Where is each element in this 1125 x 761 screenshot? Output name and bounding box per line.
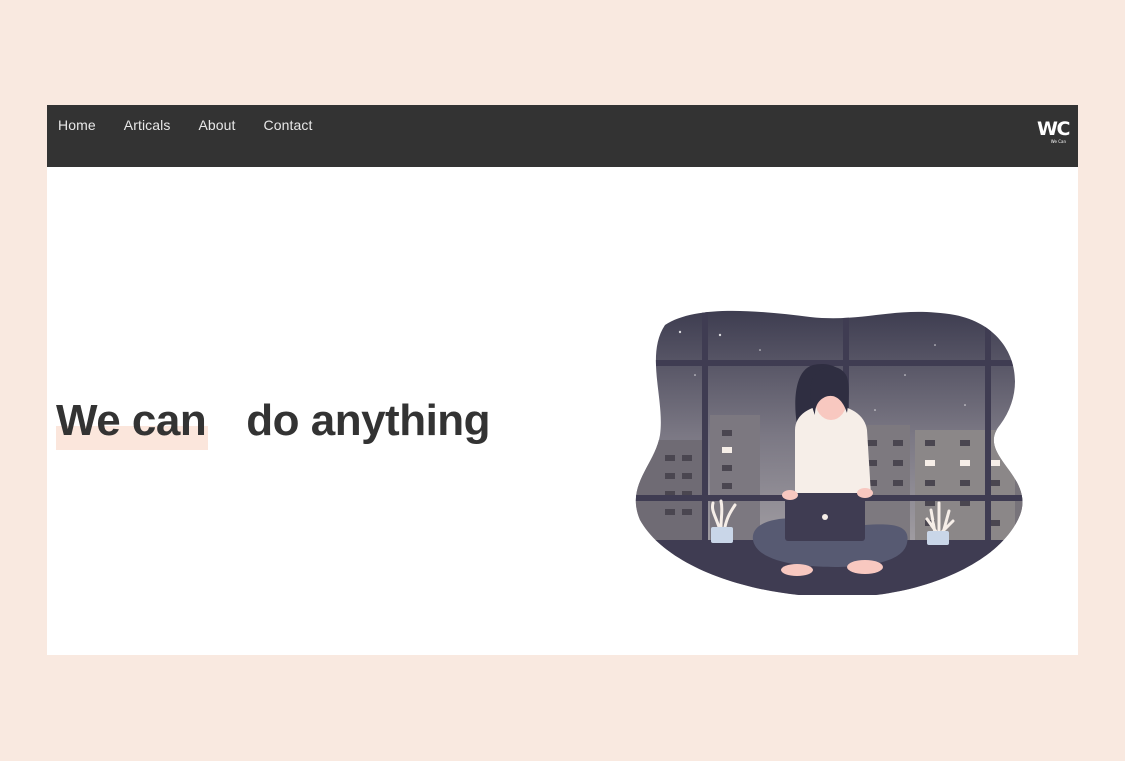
woman-laptop-illustration bbox=[635, 310, 1023, 595]
headline-highlight: We can bbox=[56, 396, 209, 451]
page-frame: Home Articals About Contact WC We Can We… bbox=[47, 105, 1078, 655]
navbar: Home Articals About Contact WC We Can bbox=[47, 105, 1078, 167]
logo-mark: WC bbox=[1037, 118, 1070, 140]
nav-link-home[interactable]: Home bbox=[58, 117, 96, 133]
nav-link-contact[interactable]: Contact bbox=[264, 117, 313, 133]
nav-link-articals[interactable]: Articals bbox=[124, 117, 171, 133]
brand-logo[interactable]: WC We Can bbox=[1034, 119, 1072, 145]
nav-link-about[interactable]: About bbox=[198, 117, 235, 133]
headline-rest: do anything bbox=[246, 396, 491, 446]
hero-headline: We can do anything bbox=[56, 396, 491, 451]
nav-links: Home Articals About Contact bbox=[58, 117, 341, 133]
